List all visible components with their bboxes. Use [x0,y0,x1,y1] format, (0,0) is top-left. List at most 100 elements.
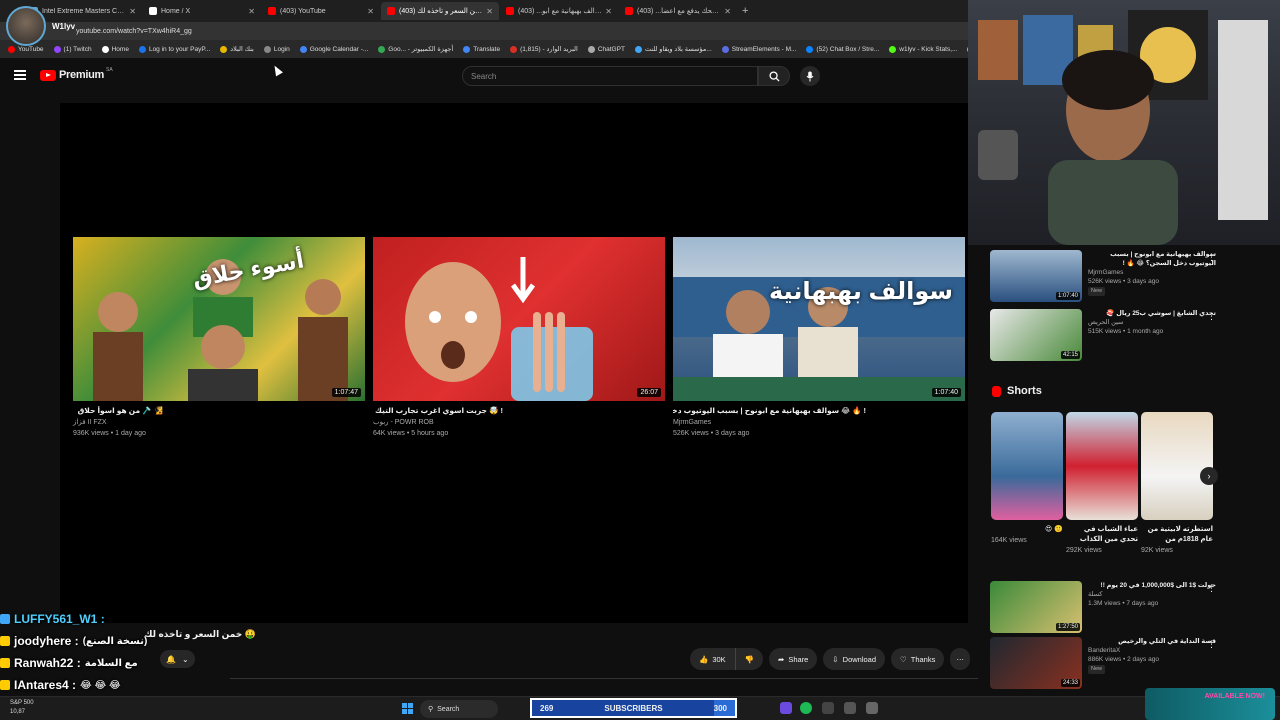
thumbnail-people [405,257,593,401]
search-icon [768,70,780,82]
voice-search-button[interactable] [800,66,820,86]
related-video[interactable]: 24:33 قصة النداية في التلي والرخيص Bander… [990,637,1216,689]
bookmark-item[interactable]: ChatGPT [587,45,625,53]
browser-tab[interactable]: خمن السعر و تاخذه لك (403) ✕ [381,2,499,20]
more-icon[interactable]: ⋮ [1207,639,1216,650]
chat-text: مع السلامة [84,657,138,669]
stock-widget[interactable]: S&P 500 10,87 [10,699,34,717]
related-video[interactable]: 1:07:40 سوالف بهبهانية مع ابونوح | بسبب … [990,250,1216,302]
search-button[interactable] [758,66,790,86]
address-bar[interactable]: youtube.com/watch?v=TXw4hiR4_gg [0,22,968,40]
more-icon[interactable]: ⋮ [1207,252,1216,263]
share-button[interactable]: ➦ Share [769,648,818,670]
endcard-title[interactable]: ! 🔥 😂 سوالف بهبهانية مع ابونوح | بسبب ال… [673,406,866,415]
related-title[interactable]: حولت $1 الى $1,000,000 في 20 يوم !! [1088,581,1216,590]
related-thumbnail[interactable]: 24:33 [990,637,1082,689]
close-icon[interactable]: ✕ [486,7,493,16]
duration-badge: 42:15 [1060,351,1080,359]
related-channel[interactable]: BanderitaX [1088,646,1216,655]
bookmark-item[interactable]: مؤسسة بلاد ويقاو للنت... [634,45,712,53]
bookmark-item[interactable]: (1) Twitch [53,45,92,53]
bookmark-item[interactable]: Log in to your PayP... [138,45,210,53]
bookmark-item[interactable]: Translate [463,45,500,53]
app-icon[interactable] [780,702,792,714]
bookmark-item[interactable]: StreamElements - M... [721,45,796,53]
short-title[interactable]: 🙂 😍 [991,525,1063,535]
short-video[interactable]: 🙂 😍 164K views [991,412,1063,544]
short-video[interactable]: استطرته لابيتية من عام 1818م من 92K view… [1141,412,1213,554]
endcard-video-3[interactable]: سوالف بهبهانية 1:07:40 ! 🔥 😂 سوالف بهبها… [673,237,965,439]
microphone-icon [806,71,814,81]
taskbar-search[interactable]: ⚲ Search [420,700,498,718]
new-tab-button[interactable]: + [742,5,748,17]
bookmark-item[interactable]: w1lyv - Kick Stats,... [889,45,957,53]
endcard-title[interactable]: ! 🤯 جربت اسوي اغرب تجارب التيك توك [373,406,503,415]
taskbar-search-label: Search [437,705,460,713]
short-title[interactable]: استطرته لابيتية من عام 1818م من [1141,525,1213,545]
endcard-thumbnail[interactable]: أسوء حلاق 1:07:47 [73,237,365,401]
spotify-icon[interactable] [800,702,812,714]
browser-tab[interactable]: اللي يضحك يدفع مع اعضا... (403)✕ [619,2,737,20]
youtube-logo[interactable]: Premium SA [40,67,113,81]
endcard-video-2[interactable]: 26:07 ! 🤯 جربت اسوي اغرب تجارب التيك توك… [373,237,665,439]
bookmark-item[interactable]: YouTube [8,45,44,53]
short-title[interactable]: عباء الشباب في تحدي مين الكذاب [1066,525,1138,545]
close-icon[interactable]: ✕ [367,7,374,16]
dislike-button[interactable]: 👎 [735,648,764,670]
app-icon[interactable] [866,702,878,714]
bookmark-item[interactable]: بنك البلاد [220,45,254,53]
related-channel[interactable]: كسلة [1088,590,1216,599]
close-icon[interactable]: ✕ [129,7,136,16]
endcard-meta: 936K views • 1 day ago [73,430,146,437]
menu-icon[interactable] [14,70,26,80]
bookmark-item[interactable]: Home [101,45,129,53]
more-icon[interactable]: ⋮ [1207,311,1216,322]
related-thumbnail[interactable]: 1:27:50 [990,581,1082,633]
endcard-thumbnail[interactable]: 26:07 [373,237,665,401]
bookmark-item[interactable]: Goo... - أجهزة الكمبيوتر [378,45,453,53]
related-title[interactable]: قصة النداية في التلي والرخيص [1088,637,1216,646]
search-input[interactable]: Search [462,66,758,86]
endcard-channel[interactable]: MjrmGames [673,417,965,428]
related-channel[interactable]: MjrmGames [1088,268,1216,277]
close-icon[interactable]: ✕ [605,7,612,16]
bookmark-item[interactable]: Login [263,45,290,53]
close-icon[interactable]: ✕ [724,7,731,16]
related-video[interactable]: 1:27:50 حولت $1 الى $1,000,000 في 20 يوم… [990,581,1216,633]
related-thumbnail[interactable]: 42:15 [990,309,1082,361]
short-thumbnail[interactable] [991,412,1063,520]
bookmark-item[interactable]: البريد الوارد - (1,815) [510,45,578,53]
endcard-title[interactable]: 🧏 🪒 من هو اسوأ حلاق [73,406,163,415]
download-button[interactable]: ⇩ Download [823,648,886,670]
browser-tab[interactable]: Home / X ✕ [143,2,261,20]
short-video[interactable]: عباء الشباب في تحدي مين الكذاب 292K view… [1066,412,1138,554]
like-button[interactable]: 👍 30K [690,648,736,670]
related-thumbnail[interactable]: 1:07:40 [990,250,1082,302]
app-icon[interactable] [844,702,856,714]
related-title[interactable]: تحدي الشابغ | سوشي ب25 ريال 🍣 [1088,309,1216,318]
app-icon[interactable] [822,702,834,714]
endcard-channel[interactable]: فزاز II FZX [73,417,365,428]
windows-start-icon[interactable] [402,703,414,715]
bookmark-favicon-icon [587,45,595,53]
more-actions-button[interactable]: ⋯ [950,648,970,670]
thanks-button[interactable]: ♡ Thanks [891,648,945,670]
endcard-channel[interactable]: ربوب - POWR ROB [373,417,665,428]
youtube-play-icon [40,69,56,81]
close-icon[interactable]: ✕ [248,7,255,16]
browser-tab[interactable]: سوالف بهبهانية مع ابو... (403) ✕ [500,2,618,20]
bookmark-item[interactable]: (52) Chat Box / Stre... [806,45,879,53]
short-thumbnail[interactable] [1066,412,1138,520]
related-channel[interactable]: سين الحريص [1088,318,1216,327]
screen: Intel Extreme Masters Chengdu✕Home / X✕(… [0,0,1280,720]
url-text[interactable]: youtube.com/watch?v=TXw4hiR4_gg [76,28,192,35]
browser-tab[interactable]: (403) YouTube ✕ [262,2,380,20]
endcard-video-1[interactable]: أسوء حلاق 1:07:47 🧏 🪒 من هو اسوأ حلاق فز… [73,237,365,439]
related-title[interactable]: سوالف بهبهانية مع ابونوح | بسبب اليوتيوب… [1088,250,1216,268]
related-video[interactable]: 42:15 تحدي الشابغ | سوشي ب25 ريال 🍣 سين ا… [990,309,1216,361]
short-thumbnail[interactable] [1141,412,1213,520]
endcard-thumbnail[interactable]: سوالف بهبهانية 1:07:40 [673,237,965,401]
bookmark-item[interactable]: Google Calendar -... [299,45,368,53]
more-icon[interactable]: ⋮ [1207,583,1216,594]
chevron-right-icon[interactable]: › [1200,467,1218,485]
